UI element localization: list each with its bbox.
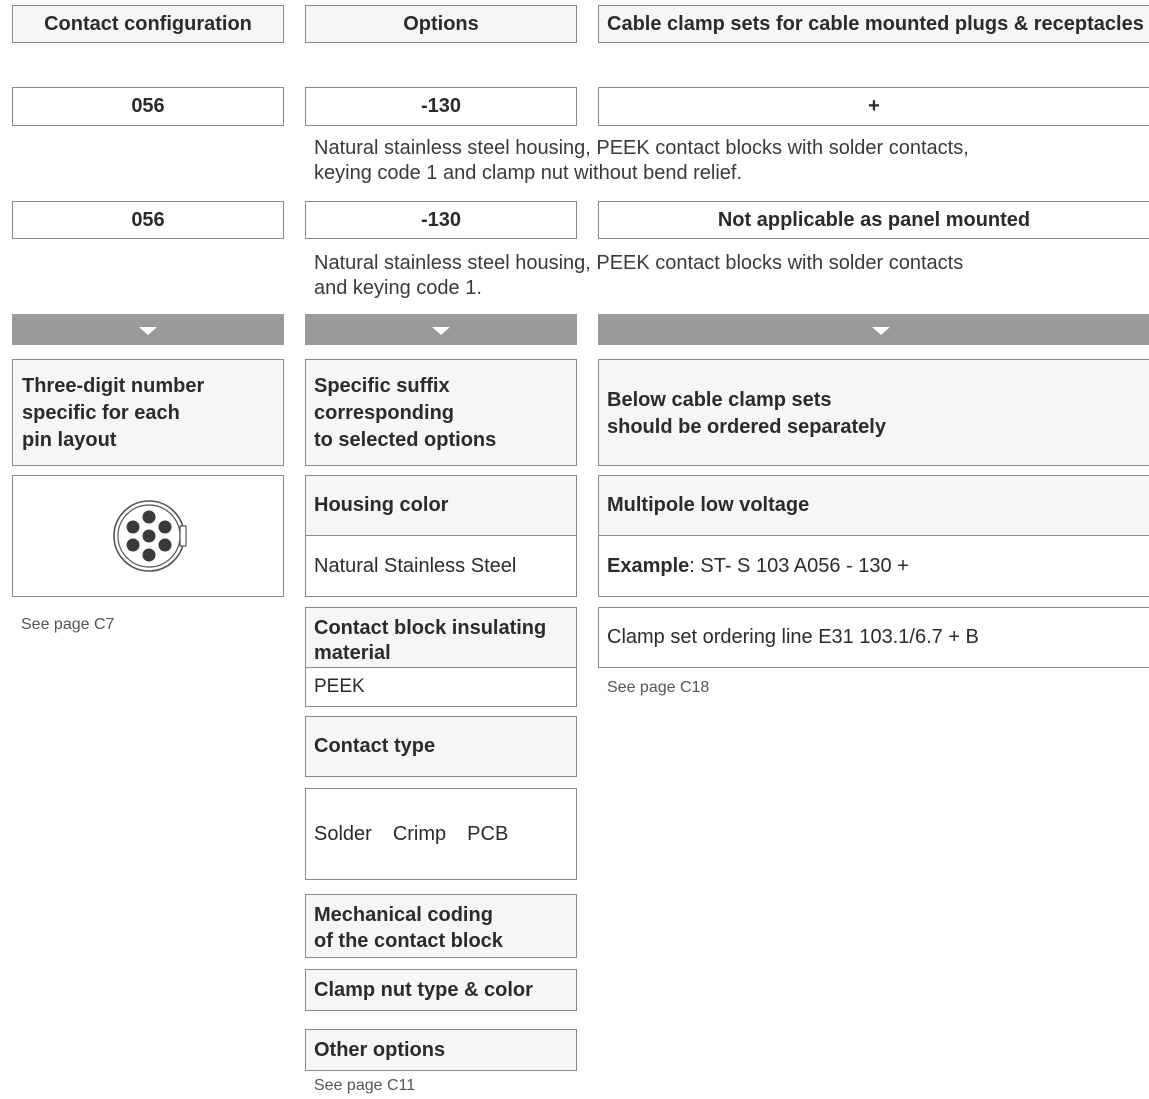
row1-clamp-code: + [598,87,1149,126]
row2-description-line2: and keying code 1. [314,277,482,299]
example-value: : ST- S 103 A056 - 130 + [689,554,909,577]
insulating-material-value: PEEK [314,676,365,697]
header-options-label: Options [403,12,479,35]
triangle-down-icon [872,326,890,335]
contact-type-pcb: PCB [467,822,509,845]
row1-description-line2: keying code 1 and clamp nut without bend… [314,162,743,184]
connector-image-box [12,475,284,597]
row1-config-code-value: 056 [131,95,165,117]
options-arrow-bar [305,314,577,345]
config-arrow-bar [12,314,284,345]
row1-description: Natural stainless steel housing, PEEK co… [314,136,969,186]
insulating-material-label-line1: Contact block insulating [314,617,547,639]
insulating-material-label-box: Contact block insulating material [305,607,577,668]
housing-color-label: Housing color [314,494,449,516]
clamp-explanation-line2: should be ordered separately [607,416,886,438]
example-label: Example [607,554,690,577]
housing-color-label-box: Housing color [305,475,577,536]
config-explanation-line1: Three-digit number [22,375,205,397]
row1-description-line1: Natural stainless steel housing, PEEK co… [314,137,969,159]
row1-config-code: 056 [12,87,284,126]
insulating-material-value-box: PEEK [305,667,577,707]
row2-config-code: 056 [12,201,284,239]
clamp-arrow-bar [598,314,1149,345]
contact-type-values-box: Solder Crimp PCB [305,788,577,880]
clamp-nut-label: Clamp nut type & color [314,978,533,1001]
header-cable-clamp: Cable clamp sets for cable mounted plugs… [598,5,1149,43]
row1-option-code: -130 [305,87,577,126]
connector-pin [158,538,172,552]
connector-pin [142,548,156,562]
header-contact-configuration: Contact configuration [12,5,284,43]
other-options-label: Other options [314,1038,446,1061]
housing-color-value: Natural Stainless Steel [314,554,517,577]
connector-pin [126,520,140,534]
options-explanation-line2: corresponding [314,402,455,424]
housing-color-value-box: Natural Stainless Steel [305,535,577,597]
config-explanation-line3: pin layout [22,429,117,451]
options-explanation-line1: Specific suffix [314,375,450,397]
config-page-reference: See page C7 [21,616,115,633]
row2-clamp-code: Not applicable as panel mounted [598,201,1149,239]
other-options-label-box: Other options [305,1029,577,1071]
config-explanation-line2: specific for each [22,402,180,424]
header-contact-configuration-label: Contact configuration [44,12,252,35]
insulating-material-label-line2: material [314,642,391,664]
contact-type-label-box: Contact type [305,716,577,777]
clamp-ordering-box: Clamp set ordering line E31 103.1/6.7 + … [598,607,1149,668]
multipole-label-box: Multipole low voltage [598,475,1149,536]
row2-config-code-value: 056 [131,208,165,231]
triangle-down-icon [139,326,157,335]
clamp-ordering-line: Clamp set ordering line E31 103.1/6.7 + … [607,626,979,648]
clamp-explanation: Below cable clamp sets should be ordered… [598,359,1149,466]
row2-clamp-code-value: Not applicable as panel mounted [717,208,1031,231]
header-cable-clamp-label: Cable clamp sets for cable mounted plugs… [607,12,1144,35]
triangle-down-icon [432,326,450,335]
row2-option-code: -130 [305,201,577,239]
mechanical-coding-label-line2: of the contact block [314,930,503,952]
options-page-reference: See page C11 [314,1077,416,1094]
row2-option-code-value: -130 [420,208,462,231]
options-explanation: Specific suffix corresponding to selecte… [305,359,577,466]
config-explanation: Three-digit number specific for each pin… [12,359,284,466]
clamp-page-reference: See page C18 [607,679,710,696]
clamp-explanation-line1: Below cable clamp sets [607,389,832,411]
header-options: Options [305,5,577,43]
row2-description: Natural stainless steel housing, PEEK co… [314,251,963,301]
connector-pin [158,520,172,534]
options-explanation-line3: to selected options [314,429,497,451]
mechanical-coding-label-box: Mechanical coding of the contact block [305,894,577,958]
clamp-nut-label-box: Clamp nut type & color [305,969,577,1011]
7-pin-connector-face-icon [113,500,187,572]
contact-type-label: Contact type [314,735,436,757]
row2-description-line1: Natural stainless steel housing, PEEK co… [314,252,964,274]
mechanical-coding-label-line1: Mechanical coding [314,904,493,926]
contact-type-crimp: Crimp [392,822,447,845]
connector-pin [126,538,140,552]
example-box: Example: ST- S 103 A056 - 130 + [598,535,1149,597]
row1-option-code-value: -130 [420,95,462,117]
multipole-label: Multipole low voltage [607,494,810,516]
contact-type-solder: Solder [314,822,372,845]
connector-pin [142,510,156,524]
connector-pin [142,529,156,543]
row1-clamp-code-value: + [868,95,880,117]
